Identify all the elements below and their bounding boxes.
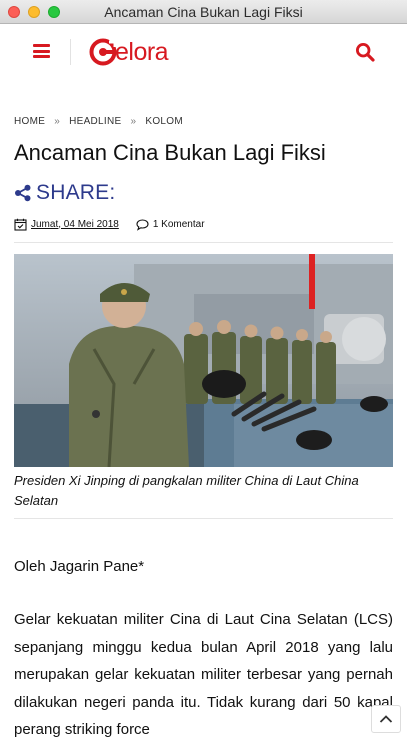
- article-date[interactable]: Jumat, 04 Mei 2018: [31, 219, 119, 230]
- scroll-to-top-button[interactable]: [371, 705, 401, 733]
- logo-text: elora: [115, 38, 169, 66]
- chevron-up-icon: [379, 715, 393, 723]
- window-title: Ancaman Cina Bukan Lagi Fiksi: [104, 4, 303, 20]
- comment-icon: [136, 218, 149, 231]
- image-caption: Presiden Xi Jinping di pangkalan militer…: [14, 473, 359, 508]
- article-paragraph: Gelar kekuatan militer Cina di Laut Cina…: [14, 611, 393, 738]
- breadcrumb-separator: »: [130, 116, 137, 127]
- article-photo[interactable]: [14, 254, 393, 467]
- site-logo[interactable]: elora: [89, 37, 169, 67]
- divider: [14, 518, 393, 519]
- breadcrumb-separator: »: [54, 116, 61, 127]
- share-button[interactable]: SHARE:: [14, 180, 115, 206]
- window-titlebar: Ancaman Cina Bukan Lagi Fiksi: [0, 0, 407, 24]
- share-icon: [15, 184, 31, 202]
- site-header: elora: [0, 25, 407, 83]
- share-label: SHARE:: [36, 181, 116, 204]
- header-divider: [70, 39, 71, 65]
- article-meta: Jumat, 04 Mei 2018 1 Komentar: [14, 216, 205, 232]
- breadcrumb-home[interactable]: HOME: [14, 116, 45, 127]
- article-photo-illustration: [14, 254, 393, 467]
- breadcrumb: HOME » HEADLINE » KOLOM: [14, 116, 183, 127]
- article-author: Oleh Jagarin Pane*: [14, 558, 145, 575]
- search-icon[interactable]: [355, 42, 375, 62]
- comments-link[interactable]: 1 Komentar: [136, 218, 205, 231]
- divider: [14, 242, 393, 243]
- breadcrumb-kolom[interactable]: KOLOM: [145, 116, 183, 127]
- calendar-icon: [14, 218, 27, 231]
- breadcrumb-headline[interactable]: HEADLINE: [69, 116, 121, 127]
- comment-count: 1 Komentar: [152, 218, 205, 230]
- gelora-logo-mark: [89, 38, 117, 66]
- hamburger-menu-icon[interactable]: [33, 44, 50, 58]
- article-title: Ancaman Cina Bukan Lagi Fiksi: [14, 140, 326, 165]
